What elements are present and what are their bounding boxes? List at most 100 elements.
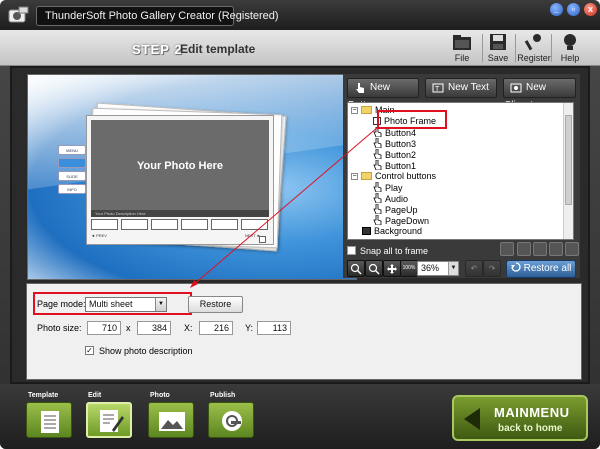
template-side-button[interactable] bbox=[58, 158, 86, 168]
tab-label: Edit bbox=[88, 392, 102, 399]
template-preview[interactable]: Your Photo Here Your Photo Description H… bbox=[27, 74, 357, 280]
thumbnail-slot[interactable] bbox=[151, 219, 178, 230]
page-title: Edit template bbox=[180, 42, 256, 56]
photo-icon bbox=[159, 412, 185, 431]
save-button[interactable]: Save bbox=[478, 30, 518, 66]
fit-button[interactable] bbox=[383, 260, 401, 277]
svg-text:T: T bbox=[435, 86, 440, 93]
y-position-input[interactable]: 113 bbox=[257, 321, 291, 335]
x-position-input[interactable]: 216 bbox=[199, 321, 233, 335]
chevron-down-icon[interactable]: ▼ bbox=[448, 262, 458, 275]
minimize-button[interactable]: _ bbox=[550, 3, 563, 16]
new-text-button[interactable]: T New Text bbox=[425, 78, 497, 98]
page-mode-value: Multi sheet bbox=[89, 299, 133, 309]
chevron-down-icon[interactable]: ▼ bbox=[155, 298, 166, 311]
lock-icon[interactable] bbox=[500, 242, 514, 256]
checkbox-box[interactable] bbox=[347, 246, 356, 255]
thumbnail-slot[interactable] bbox=[241, 219, 268, 230]
tree-item-button1[interactable]: Button1 bbox=[373, 160, 416, 171]
zoom-out-button[interactable] bbox=[365, 260, 383, 277]
scrollbar-thumb[interactable] bbox=[565, 115, 572, 205]
move-down-icon[interactable] bbox=[533, 242, 547, 256]
app-logo-icon bbox=[8, 6, 29, 23]
register-button[interactable]: Register bbox=[514, 30, 554, 66]
move-up-icon[interactable] bbox=[517, 242, 531, 256]
save-label: Save bbox=[487, 53, 509, 63]
page-mode-select[interactable]: Multi sheet ▼ bbox=[85, 297, 167, 312]
redo-button[interactable]: ↷ bbox=[483, 260, 501, 277]
copy-icon[interactable] bbox=[549, 242, 563, 256]
edit-tab-box[interactable] bbox=[86, 402, 132, 438]
collapse-icon[interactable]: − bbox=[351, 173, 358, 180]
snap-checkbox[interactable]: Snap all to frame bbox=[347, 244, 447, 258]
collapse-icon[interactable]: − bbox=[351, 107, 358, 114]
hand-icon bbox=[373, 215, 382, 225]
thumbnail-slot[interactable] bbox=[91, 219, 118, 230]
close-button[interactable]: x bbox=[584, 3, 597, 16]
zoom-100-button[interactable]: 100% bbox=[400, 260, 418, 277]
tab-photo[interactable]: Photo bbox=[148, 392, 200, 442]
tree-item-audio[interactable]: Audio bbox=[373, 193, 408, 204]
header-bar: STEP 2 Edit template File Save Register … bbox=[0, 30, 600, 66]
tree-item-pagedown[interactable]: PageDown bbox=[373, 215, 429, 226]
snap-label: Snap all to frame bbox=[360, 246, 429, 256]
new-clipart-button[interactable]: New Clipart bbox=[503, 78, 576, 111]
publish-tab-box[interactable] bbox=[208, 402, 254, 438]
template-side-button[interactable]: SLIDE bbox=[58, 171, 86, 181]
edit-icon bbox=[100, 410, 124, 432]
tab-publish[interactable]: Publish bbox=[208, 392, 260, 442]
help-label: Help bbox=[560, 53, 580, 63]
main-menu-button[interactable]: MAINMENU back to home bbox=[452, 395, 588, 441]
tree-item-background[interactable]: Background bbox=[362, 226, 422, 237]
tab-template[interactable]: Template bbox=[26, 392, 78, 442]
file-button[interactable]: File bbox=[442, 30, 482, 66]
delete-icon[interactable] bbox=[565, 242, 579, 256]
photo-frame[interactable]: Your Photo Here Your Photo Description H… bbox=[86, 115, 274, 245]
template-side-button[interactable]: MENU bbox=[58, 145, 86, 155]
hand-icon bbox=[373, 149, 382, 159]
text-icon: T bbox=[432, 83, 444, 93]
zoom-select[interactable]: 36% ▼ bbox=[417, 261, 459, 276]
hand-icon bbox=[373, 182, 382, 192]
save-icon bbox=[490, 34, 506, 50]
control-play-icon[interactable] bbox=[259, 236, 266, 243]
tree-item-control-buttons[interactable]: − Control buttons bbox=[351, 171, 436, 182]
template-side-button[interactable]: INFO bbox=[58, 184, 86, 194]
help-button[interactable]: Help bbox=[550, 30, 590, 66]
new-text-label: New Text bbox=[448, 82, 489, 93]
photo-width-input[interactable]: 710 bbox=[87, 321, 121, 335]
tree-item-label: Button1 bbox=[385, 161, 417, 171]
app-window: ThunderSoft Photo Gallery Creator (Regis… bbox=[0, 0, 600, 449]
tree-item-button2[interactable]: Button2 bbox=[373, 149, 416, 160]
tree-item-pageup[interactable]: PageUp bbox=[373, 204, 418, 215]
y-label: Y: bbox=[245, 323, 254, 333]
restore-all-button[interactable]: Restore all bbox=[506, 260, 576, 278]
clipart-icon bbox=[510, 83, 522, 93]
main-menu-label: MAINMENU bbox=[494, 405, 570, 420]
undo-button[interactable]: ↶ bbox=[465, 260, 483, 277]
template-tab-box[interactable] bbox=[26, 402, 72, 438]
zoom-in-button[interactable] bbox=[347, 260, 365, 277]
new-button-button[interactable]: New Button bbox=[347, 78, 419, 111]
maximize-button[interactable]: ▫ bbox=[567, 3, 580, 16]
x-label: X: bbox=[184, 323, 193, 333]
tab-edit[interactable]: Edit bbox=[86, 392, 138, 442]
tree-scrollbar[interactable] bbox=[563, 103, 573, 239]
photo-size-label: Photo size: bbox=[37, 323, 82, 333]
thumbnail-slot[interactable] bbox=[181, 219, 208, 230]
photo-height-input[interactable]: 384 bbox=[137, 321, 171, 335]
tree-item-play[interactable]: Play bbox=[373, 182, 403, 193]
tree-item-label: Audio bbox=[385, 194, 409, 204]
move-icon bbox=[387, 264, 397, 274]
show-description-checkbox[interactable]: ✓ bbox=[85, 346, 94, 355]
help-icon bbox=[564, 34, 576, 50]
restore-button[interactable]: Restore bbox=[188, 296, 243, 313]
tree-item-label: Background bbox=[374, 226, 423, 236]
thumbnail-slot[interactable] bbox=[121, 219, 148, 230]
tree-item-label: Control buttons bbox=[375, 171, 437, 181]
photo-tab-box[interactable] bbox=[148, 402, 194, 438]
thumbnail-slot[interactable] bbox=[211, 219, 238, 230]
prev-nav[interactable]: ◄ PREV bbox=[91, 233, 107, 238]
page-mode-label: Page mode: bbox=[37, 299, 86, 309]
tree-item-button3[interactable]: Button3 bbox=[373, 138, 416, 149]
